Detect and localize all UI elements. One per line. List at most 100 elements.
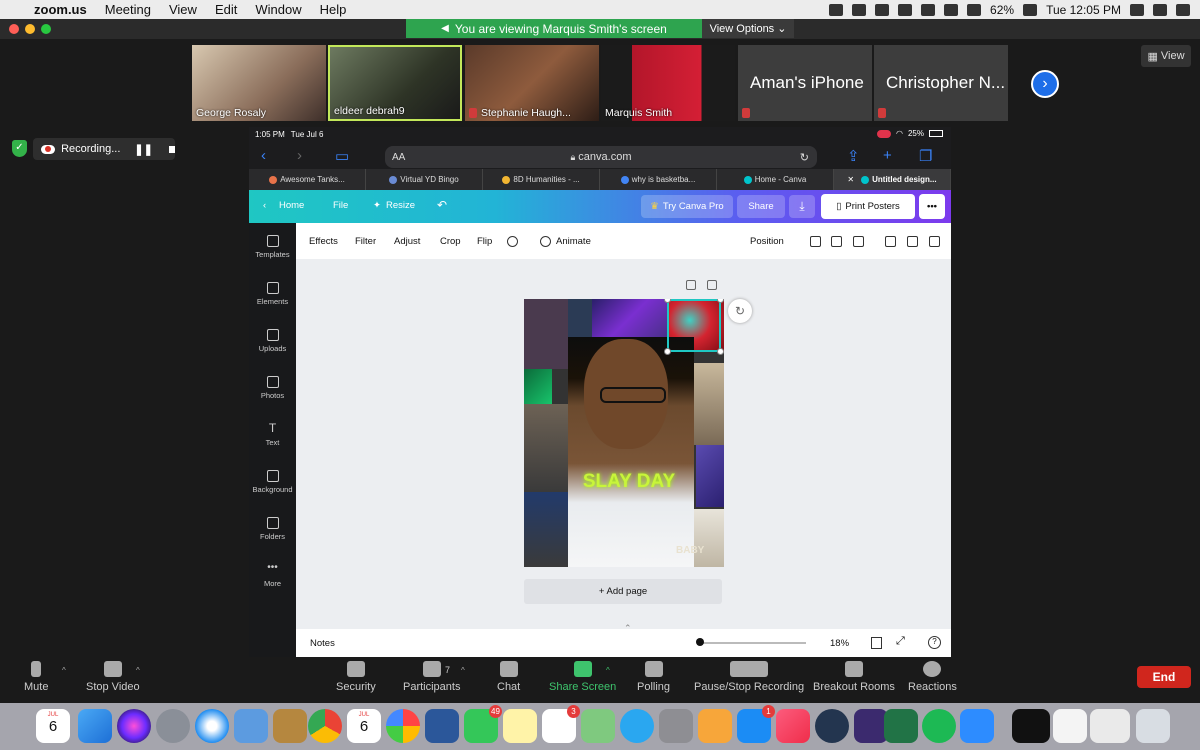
- polling-button[interactable]: Polling: [637, 661, 670, 693]
- trash-icon[interactable]: [1136, 709, 1170, 743]
- control-center-icon[interactable]: [1176, 3, 1190, 16]
- info-icon[interactable]: [507, 236, 518, 247]
- transparency-icon[interactable]: [831, 236, 842, 247]
- share-options-caret-icon[interactable]: ^: [606, 666, 610, 675]
- collage-photo[interactable]: [524, 404, 568, 492]
- link-icon[interactable]: [898, 3, 913, 16]
- close-window-button[interactable]: [9, 24, 19, 34]
- design-page[interactable]: SLAY DAY BABY: [524, 299, 724, 567]
- mail-icon[interactable]: [234, 709, 268, 743]
- maps-icon[interactable]: [581, 709, 615, 743]
- reactions-button[interactable]: Reactions: [908, 661, 957, 693]
- browser-tab[interactable]: 8D Humanities - ...: [483, 169, 600, 190]
- fullscreen-icon[interactable]: ⤢: [896, 635, 905, 648]
- quicktime-icon[interactable]: [815, 709, 849, 743]
- file-menu[interactable]: File: [333, 200, 348, 211]
- battery-icon[interactable]: [1023, 3, 1038, 16]
- participants-options-caret-icon[interactable]: ^: [461, 666, 465, 675]
- view-options-button[interactable]: View Options ⌄: [702, 19, 794, 38]
- page-view-icon[interactable]: [871, 637, 882, 649]
- zoom-status-icon[interactable]: [829, 3, 844, 16]
- paint-roller-icon[interactable]: [810, 236, 821, 247]
- download-icon[interactable]: ⤓: [789, 195, 815, 218]
- position-button[interactable]: Position: [750, 236, 784, 247]
- excel-icon[interactable]: [884, 709, 918, 743]
- participant-tile[interactable]: George Rosaly: [192, 45, 326, 121]
- finder-icon[interactable]: [78, 709, 112, 743]
- side-text[interactable]: T Text: [249, 422, 296, 447]
- participant-tile[interactable]: Christopher N...: [874, 45, 1008, 121]
- contacts-icon[interactable]: [273, 709, 307, 743]
- launchpad-icon[interactable]: [156, 709, 190, 743]
- collage-photo[interactable]: [592, 299, 667, 337]
- resize-menu[interactable]: Resize: [386, 200, 415, 211]
- browser-tab[interactable]: why is basketba...: [600, 169, 717, 190]
- stop-video-button[interactable]: Stop Video: [86, 661, 140, 693]
- bluetooth-icon[interactable]: [944, 3, 959, 16]
- undo-icon[interactable]: ↶: [437, 198, 447, 212]
- tabs-overview-icon[interactable]: ❐: [919, 147, 932, 165]
- participants-button[interactable]: Participants: [403, 661, 460, 693]
- screen-share-status-icon[interactable]: [852, 3, 867, 16]
- browser-tab[interactable]: Virtual YD Bingo: [366, 169, 483, 190]
- app-menu[interactable]: zoom.us: [34, 2, 87, 17]
- safari-icon[interactable]: [195, 709, 229, 743]
- address-bar[interactable]: AA 🔒︎ canva.com ↻: [385, 146, 817, 168]
- notes-button[interactable]: Notes: [310, 638, 335, 649]
- fullscreen-window-button[interactable]: [41, 24, 51, 34]
- copy-element-icon[interactable]: [686, 280, 696, 290]
- effects-button[interactable]: Effects: [309, 236, 338, 247]
- menu-edit[interactable]: Edit: [215, 2, 237, 17]
- recent-window-thumbnail[interactable]: [1090, 709, 1130, 743]
- share-sheet-icon[interactable]: ⇪: [847, 147, 860, 165]
- recent-window-thumbnail[interactable]: [1012, 709, 1050, 743]
- participant-tile[interactable]: Marquis Smith: [601, 45, 735, 121]
- airplay-icon[interactable]: [921, 3, 936, 16]
- share-element-icon[interactable]: [707, 280, 717, 290]
- music-icon[interactable]: [776, 709, 810, 743]
- collage-photo[interactable]: [524, 492, 568, 567]
- menu-window[interactable]: Window: [255, 2, 301, 17]
- link-icon[interactable]: [853, 236, 864, 247]
- zoom-slider[interactable]: [698, 642, 806, 644]
- creative-cloud-icon[interactable]: [875, 3, 890, 16]
- facetime-icon[interactable]: 49: [464, 705, 502, 743]
- back-icon[interactable]: ‹: [261, 147, 266, 164]
- security-shield-icon[interactable]: ✓: [12, 140, 27, 157]
- pause-stop-recording-button[interactable]: Pause/Stop Recording: [694, 661, 804, 693]
- breakout-rooms-button[interactable]: Breakout Rooms: [813, 661, 895, 693]
- minimize-window-button[interactable]: [25, 24, 35, 34]
- clock[interactable]: Tue 12:05 PM: [1046, 3, 1121, 17]
- menu-meeting[interactable]: Meeting: [105, 2, 151, 17]
- stop-recording-icon[interactable]: [168, 145, 175, 153]
- siri-icon[interactable]: [117, 709, 151, 743]
- side-templates[interactable]: Templates: [249, 235, 296, 259]
- duplicate-icon[interactable]: [907, 236, 918, 247]
- adjust-button[interactable]: Adjust: [394, 236, 420, 247]
- slay-day-text[interactable]: SLAY DAY: [574, 471, 684, 493]
- collage-photo[interactable]: [568, 299, 592, 337]
- animate-button[interactable]: Animate: [556, 236, 591, 247]
- flip-button[interactable]: Flip: [477, 236, 492, 247]
- close-tab-icon[interactable]: ✕: [847, 175, 854, 184]
- reminders-icon[interactable]: 3: [542, 705, 580, 743]
- sidebar-book-icon[interactable]: ▭: [335, 147, 349, 165]
- help-icon[interactable]: ?: [928, 636, 941, 649]
- view-layout-button[interactable]: ▦ View: [1141, 45, 1191, 67]
- back-chevron-icon[interactable]: ‹: [263, 200, 266, 211]
- zoom-slider-knob[interactable]: [696, 638, 704, 646]
- try-canva-pro-button[interactable]: ♛ Try Canva Pro: [641, 195, 733, 218]
- browser-tab-active[interactable]: ✕ Untitled design...: [834, 169, 951, 190]
- audio-options-caret-icon[interactable]: ^: [62, 666, 66, 675]
- participant-tile[interactable]: Aman's iPhone: [738, 45, 872, 121]
- crop-button[interactable]: Crop: [440, 236, 461, 247]
- pause-recording-icon[interactable]: ❚❚: [134, 143, 152, 156]
- side-elements[interactable]: Elements: [249, 282, 296, 306]
- share-button[interactable]: Share: [737, 195, 785, 218]
- side-background[interactable]: Background: [249, 470, 296, 494]
- side-folders[interactable]: Folders: [249, 517, 296, 541]
- add-page-button[interactable]: + Add page: [524, 579, 722, 604]
- menu-help[interactable]: Help: [320, 2, 347, 17]
- collage-photo[interactable]: [524, 299, 568, 369]
- side-photos[interactable]: Photos: [249, 376, 296, 400]
